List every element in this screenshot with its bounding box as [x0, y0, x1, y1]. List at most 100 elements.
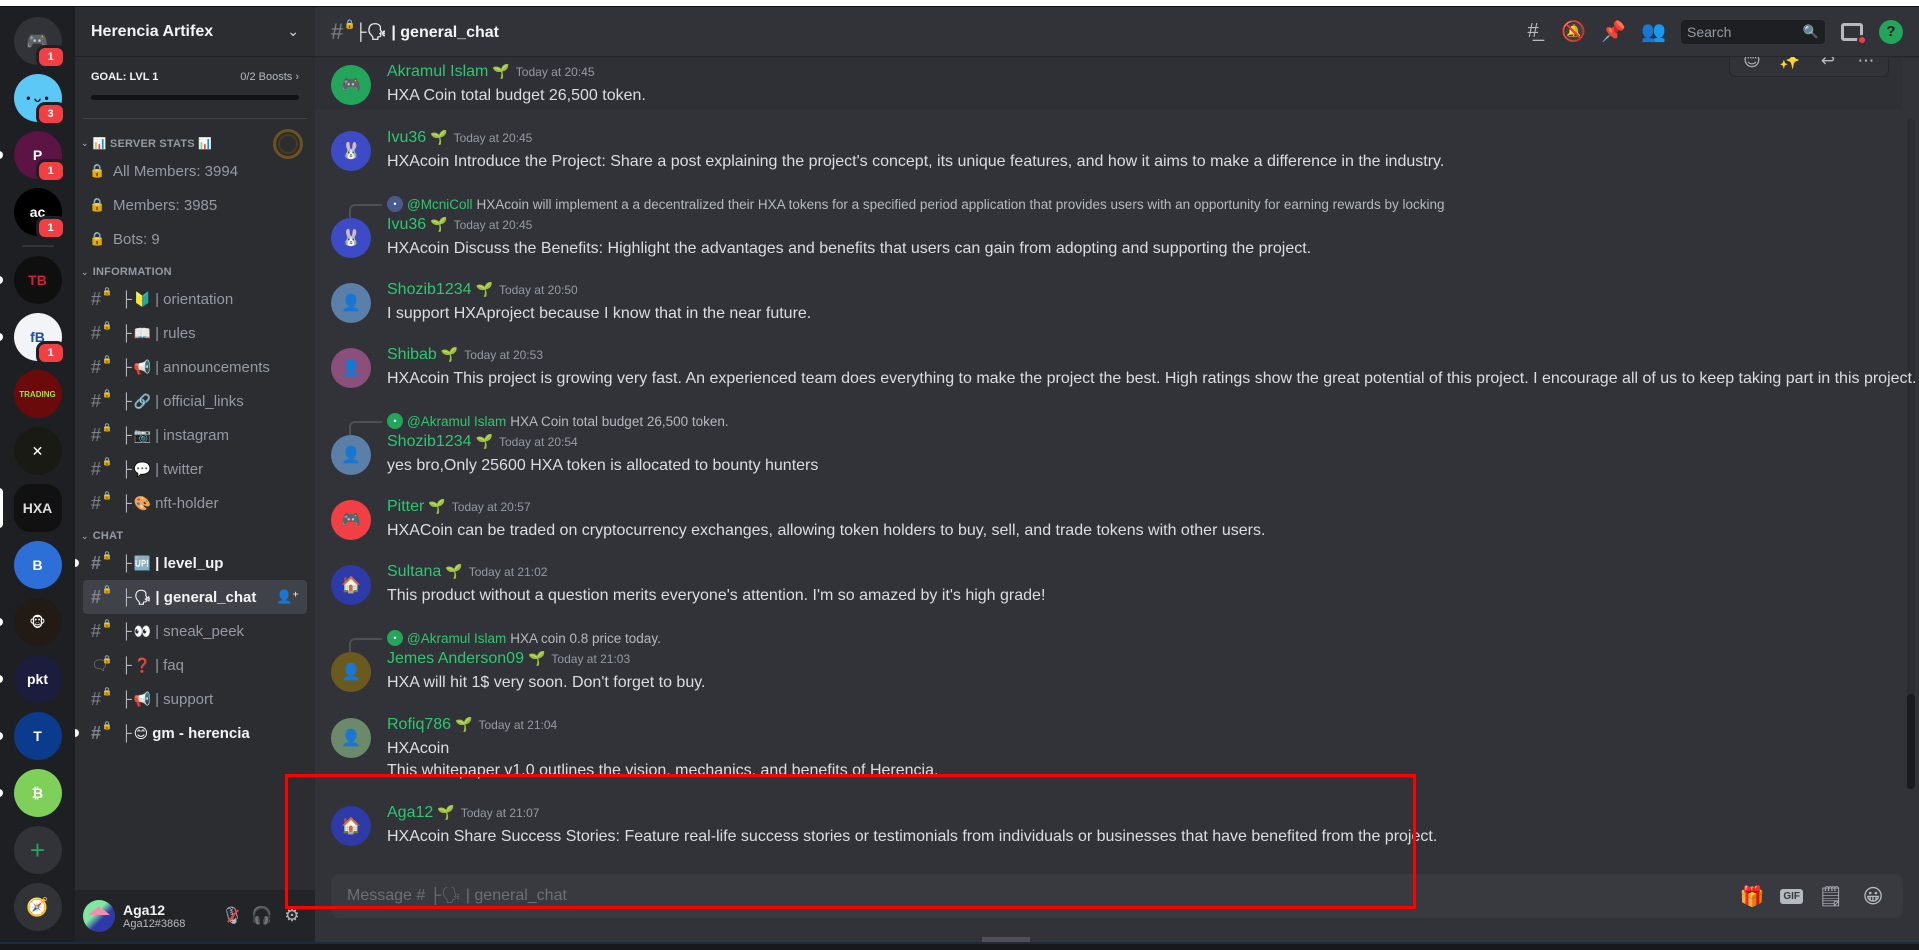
- message[interactable]: 👤 Shozib1234 🌱 Today at 20:50 I support HXAp…: [315, 277, 1903, 327]
- author-avatar[interactable]: 🏠: [331, 806, 371, 846]
- server-icon-p-logo[interactable]: P1: [0, 131, 66, 183]
- chevron-down-icon[interactable]: ⌄: [287, 23, 299, 40]
- author-avatar[interactable]: 👤: [331, 435, 371, 475]
- boost-goal[interactable]: GOAL: LVL 1 0/2 Boosts ›: [75, 57, 315, 106]
- message[interactable]: 👤 Shibab 🌱 Today at 20:53 HXAcoin This proje…: [315, 342, 1916, 392]
- channel-official_links[interactable]: # 🔒 ├ 🔗 | official_links: [83, 384, 307, 418]
- more-options-icon[interactable]: ⋯: [1850, 57, 1882, 71]
- stat-channel[interactable]: 🔒 Members: 3985: [75, 188, 307, 222]
- server-icon-ape[interactable]: 🐵: [0, 598, 62, 646]
- author-avatar[interactable]: 🏠: [331, 565, 371, 605]
- emoji-icon[interactable]: 😀: [1859, 884, 1887, 909]
- message-input[interactable]: [347, 887, 1739, 905]
- create-invite-icon[interactable]: 👤⁺: [276, 589, 299, 605]
- message[interactable]: 🏠 Aga12 🌱 Today at 21:07 HXAcoin Share Succe…: [315, 800, 1903, 850]
- add-reaction-icon[interactable]: 😊: [1736, 57, 1768, 71]
- author-name[interactable]: Rofiq786: [387, 716, 451, 734]
- channel-gm---herencia[interactable]: # 🔒 ├ 😊 gm - herencia: [75, 716, 307, 750]
- channel-general_chat[interactable]: # 🔒 ├ 🗣 | general_chat 👤⁺: [83, 580, 307, 614]
- threads-icon[interactable]: #̲: [1521, 20, 1545, 43]
- pinned-messages-icon[interactable]: 📌: [1601, 19, 1626, 44]
- stat-channel[interactable]: 🔒 Bots: 9: [75, 222, 307, 256]
- super-reaction-icon[interactable]: ✨: [1774, 57, 1806, 71]
- scrollbar[interactable]: [1907, 119, 1915, 789]
- channel-announcements[interactable]: # 🔒 ├ 📢 | announcements: [83, 350, 307, 384]
- explore-servers-button[interactable]: 🧭: [13, 883, 62, 931]
- message[interactable]: 👤 Rofiq786 🌱 Today at 21:04 HXAcoin This whit…: [315, 712, 1903, 784]
- help-icon[interactable]: ?: [1879, 19, 1903, 44]
- message[interactable]: 🐰 Ivu36 🌱 Today at 20:45 HXAcoin Discuss the…: [315, 212, 1903, 262]
- message[interactable]: 👤 Jemes Anderson09 🌱 Today at 21:03 HXA will…: [315, 646, 1903, 696]
- server-icon-fb-logo[interactable]: fB 1: [0, 313, 66, 365]
- stat-channel[interactable]: 🔒 All Members: 3994: [75, 154, 307, 188]
- reply-author[interactable]: @Akramul Islam: [407, 414, 506, 429]
- settings-gear-icon[interactable]: ⚙: [277, 901, 307, 931]
- author-avatar[interactable]: 🐰: [331, 218, 371, 258]
- category-server-stats[interactable]: ⌄ 📊 SERVER STATS 📊: [75, 127, 307, 159]
- gift-icon[interactable]: 🎁: [1738, 884, 1766, 909]
- author-avatar[interactable]: 👤: [331, 718, 371, 758]
- channel-support[interactable]: # 🔒 ├ 📢 | support: [83, 682, 307, 716]
- reply-reference[interactable]: • @McniColl HXAcoin will implement a a dec…: [349, 195, 1444, 218]
- author-avatar[interactable]: 👤: [331, 283, 371, 323]
- channel-twitter[interactable]: # 🔒 ├ 💬 | twitter: [83, 452, 307, 486]
- author-name[interactable]: Pitter: [387, 498, 424, 516]
- notifications-muted-icon[interactable]: 🔕: [1561, 19, 1586, 44]
- message[interactable]: 🐰 Ivu36 🌱 Today at 20:45 HXAcoin Introduce t…: [315, 125, 1903, 175]
- author-avatar[interactable]: 🎮: [331, 500, 371, 540]
- sticker-icon[interactable]: 🗒: [1817, 884, 1845, 909]
- author-avatar[interactable]: 👤: [331, 348, 371, 388]
- channel-faq[interactable]: 🗨 🔒 ├ ❓ | faq: [83, 648, 307, 682]
- channel-nft-holder[interactable]: # 🔒 ├ 🎨 nft-holder: [83, 486, 307, 520]
- author-name[interactable]: Akramul Islam: [387, 63, 488, 81]
- scrollbar-thumb[interactable]: [1907, 694, 1915, 789]
- message[interactable]: 🏠 Sultana 🌱 Today at 21:02 This product with…: [315, 559, 1903, 609]
- member-list-icon[interactable]: 👥: [1641, 19, 1666, 44]
- reply-reference[interactable]: • @Akramul Islam HXA coin 0.8 price today.: [349, 629, 661, 652]
- author-avatar[interactable]: 🐰: [331, 131, 371, 171]
- server-icon-tb-logo[interactable]: TB: [0, 256, 62, 304]
- search-box[interactable]: 🔍: [1681, 19, 1825, 44]
- category-information[interactable]: ⌄ INFORMATION: [75, 256, 307, 282]
- reply-reference[interactable]: • @Akramul Islam HXA Coin total budget 26,…: [349, 412, 729, 435]
- server-icon-smiley[interactable]: • ᴗ • 3: [13, 74, 66, 126]
- reply-icon[interactable]: ↩: [1812, 57, 1844, 71]
- channel-rules[interactable]: # 🔒 ├ 📖 | rules: [83, 316, 307, 350]
- author-name[interactable]: Ivu36: [387, 129, 426, 147]
- server-icon-pkt-logo[interactable]: pkt: [0, 655, 62, 703]
- headphones-icon[interactable]: 🎧: [247, 901, 277, 931]
- author-name[interactable]: Ivu36: [387, 216, 426, 234]
- server-icon-blue-ring[interactable]: B: [13, 541, 62, 589]
- boost-count[interactable]: 0/2 Boosts ›: [240, 71, 299, 83]
- user-avatar[interactable]: [83, 900, 115, 932]
- guild-header[interactable]: Herencia Artifex ⌄: [75, 7, 315, 57]
- author-avatar[interactable]: 👤: [331, 652, 371, 692]
- server-icon-hxa-logo[interactable]: HXA: [0, 484, 62, 532]
- microphone-muted-icon[interactable]: 🎙: [217, 901, 247, 931]
- author-name[interactable]: Shibab: [387, 346, 437, 364]
- add-server-button[interactable]: +: [13, 826, 62, 874]
- message[interactable]: 👤 Shozib1234 🌱 Today at 20:54 yes bro,Only 2…: [315, 429, 1903, 479]
- message[interactable]: 🎮 Akramul Islam 🌱 Today at 20:45 HXA Coin to…: [315, 57, 1903, 109]
- channel-sneak_peek[interactable]: # 🔒 ├ 👀 | sneak_peek: [83, 614, 307, 648]
- author-avatar[interactable]: 🎮: [331, 65, 371, 105]
- reply-author[interactable]: @McniColl: [407, 197, 472, 212]
- gif-button[interactable]: GIF: [1780, 888, 1803, 904]
- user-info[interactable]: Aga12 Aga12#3868: [123, 902, 217, 930]
- author-name[interactable]: Shozib1234: [387, 281, 472, 299]
- message[interactable]: 🎮 Pitter 🌱 Today at 20:57 HXACoin can be tra…: [315, 494, 1903, 544]
- reply-author[interactable]: @Akramul Islam: [407, 631, 506, 646]
- server-icon-trading[interactable]: TRADING: [13, 370, 62, 418]
- author-name[interactable]: Aga12: [387, 804, 433, 822]
- author-name[interactable]: Shozib1234: [387, 433, 472, 451]
- channel-level_up[interactable]: # 🔒 ├ 🆙 | level_up: [75, 546, 307, 580]
- author-name[interactable]: Jemes Anderson09: [387, 650, 524, 668]
- category-chat[interactable]: ⌄ CHAT: [75, 520, 307, 546]
- channel-instagram[interactable]: # 🔒 ├ 📷 | instagram: [83, 418, 307, 452]
- server-icon-x-logo[interactable]: ✕: [13, 427, 62, 475]
- resize-handle[interactable]: [982, 937, 1030, 942]
- server-icon-coin[interactable]: ₿: [0, 769, 62, 817]
- author-name[interactable]: Sultana: [387, 563, 441, 581]
- inbox-icon[interactable]: [1841, 22, 1867, 45]
- server-icon-ac-logo[interactable]: ac 1: [13, 188, 66, 240]
